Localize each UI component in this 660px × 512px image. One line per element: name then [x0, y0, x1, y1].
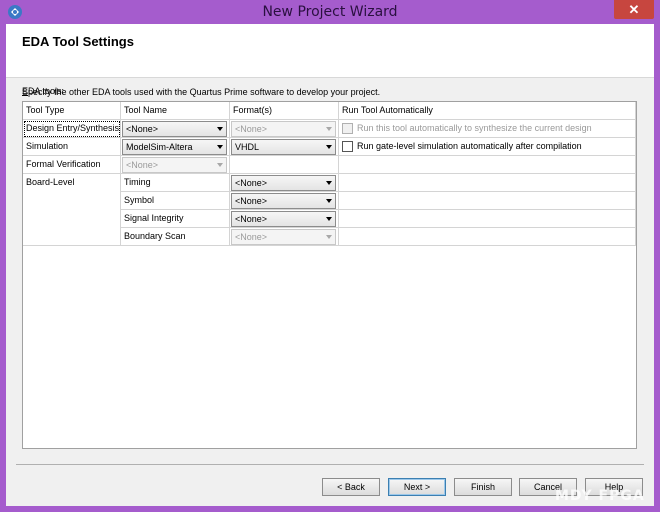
tool-type-cell: [23, 228, 121, 246]
run-tool-cell: Run this tool automatically to synthesiz…: [339, 120, 636, 138]
format-select: <None>: [231, 229, 336, 245]
tool-name-select[interactable]: <None>: [122, 121, 227, 137]
back-button[interactable]: < Back: [322, 478, 380, 496]
table-row: Signal Integrity <None>: [23, 210, 636, 228]
watermark: MDY FPGA: [555, 488, 645, 504]
tool-name-select[interactable]: ModelSim-Altera: [122, 139, 227, 155]
header-tool-name: Tool Name: [121, 102, 230, 120]
page-description: Specify the other EDA tools used with th…: [22, 87, 381, 97]
chevron-down-icon: [217, 127, 223, 131]
table-row: Board-Level Timing <None>: [23, 174, 636, 192]
header-tool-type: Tool Type: [23, 102, 121, 120]
chevron-down-icon: [326, 235, 332, 239]
title-bar: New Project Wizard ✕: [0, 0, 660, 24]
format-select[interactable]: <None>: [231, 193, 336, 209]
tool-type-cell: Formal Verification: [23, 156, 121, 174]
run-gate-level-checkbox[interactable]: [342, 141, 353, 152]
eda-tools-label: EDA tools:: [22, 86, 65, 96]
chevron-down-icon: [217, 163, 223, 167]
table-row: Formal Verification <None>: [23, 156, 636, 174]
table-row: Design Entry/Synthesis <None> <None> Run…: [23, 120, 636, 138]
table-row: Symbol <None>: [23, 192, 636, 210]
format-select[interactable]: VHDL: [231, 139, 336, 155]
run-tool-cell: [339, 174, 636, 192]
tool-type-cell: Board-Level: [23, 174, 121, 192]
format-cell: [230, 156, 339, 174]
chevron-down-icon: [326, 127, 332, 131]
wizard-window: New Project Wizard ✕ EDA Tool Settings S…: [0, 0, 660, 512]
chevron-down-icon: [326, 181, 332, 185]
footer-divider: [16, 464, 644, 465]
tool-name-cell: Signal Integrity: [121, 210, 230, 228]
chevron-down-icon: [217, 145, 223, 149]
format-cell: <None>: [230, 192, 339, 210]
run-tool-cell: [339, 228, 636, 246]
page-header: EDA Tool Settings: [6, 24, 654, 78]
run-synthesis-checkbox: [342, 123, 353, 134]
eda-tools-table: Tool Type Tool Name Format(s) Run Tool A…: [22, 101, 637, 449]
finish-button[interactable]: Finish: [454, 478, 512, 496]
tool-name-cell: ModelSim-Altera: [121, 138, 230, 156]
tool-name-cell: <None>: [121, 120, 230, 138]
page-title: EDA Tool Settings: [22, 34, 134, 49]
format-select[interactable]: <None>: [231, 175, 336, 191]
chevron-down-icon: [326, 199, 332, 203]
chevron-down-icon: [326, 145, 332, 149]
tool-name-cell: Symbol: [121, 192, 230, 210]
tool-name-cell: <None>: [121, 156, 230, 174]
window-title: New Project Wizard: [262, 4, 398, 20]
format-cell: <None>: [230, 228, 339, 246]
header-run-tool: Run Tool Automatically: [339, 102, 636, 120]
run-tool-cell: [339, 192, 636, 210]
tool-type-cell: [23, 210, 121, 228]
tool-name-select: <None>: [122, 157, 227, 173]
header-formats: Format(s): [230, 102, 339, 120]
table-header-row: Tool Type Tool Name Format(s) Run Tool A…: [23, 102, 636, 120]
format-cell: VHDL: [230, 138, 339, 156]
format-select[interactable]: <None>: [231, 211, 336, 227]
next-button[interactable]: Next >: [388, 478, 446, 496]
run-tool-cell: Run gate-level simulation automatically …: [339, 138, 636, 156]
wizard-client-area: EDA Tool Settings Specify the other EDA …: [6, 24, 654, 506]
tool-name-cell: Timing: [121, 174, 230, 192]
run-tool-cell: [339, 210, 636, 228]
run-tool-cell: [339, 156, 636, 174]
format-cell: <None>: [230, 174, 339, 192]
table-row: Boundary Scan <None>: [23, 228, 636, 246]
format-select: <None>: [231, 121, 336, 137]
tool-type-cell: Design Entry/Synthesis: [23, 120, 121, 138]
table-row: Simulation ModelSim-Altera VHDL Run gate…: [23, 138, 636, 156]
chevron-down-icon: [326, 217, 332, 221]
tool-type-cell: Simulation: [23, 138, 121, 156]
run-synthesis-label: Run this tool automatically to synthesiz…: [357, 123, 592, 133]
close-button[interactable]: ✕: [614, 0, 654, 19]
run-gate-level-label: Run gate-level simulation automatically …: [357, 141, 582, 151]
format-cell: <None>: [230, 120, 339, 138]
tool-type-cell: [23, 192, 121, 210]
format-cell: <None>: [230, 210, 339, 228]
tool-name-cell: Boundary Scan: [121, 228, 230, 246]
